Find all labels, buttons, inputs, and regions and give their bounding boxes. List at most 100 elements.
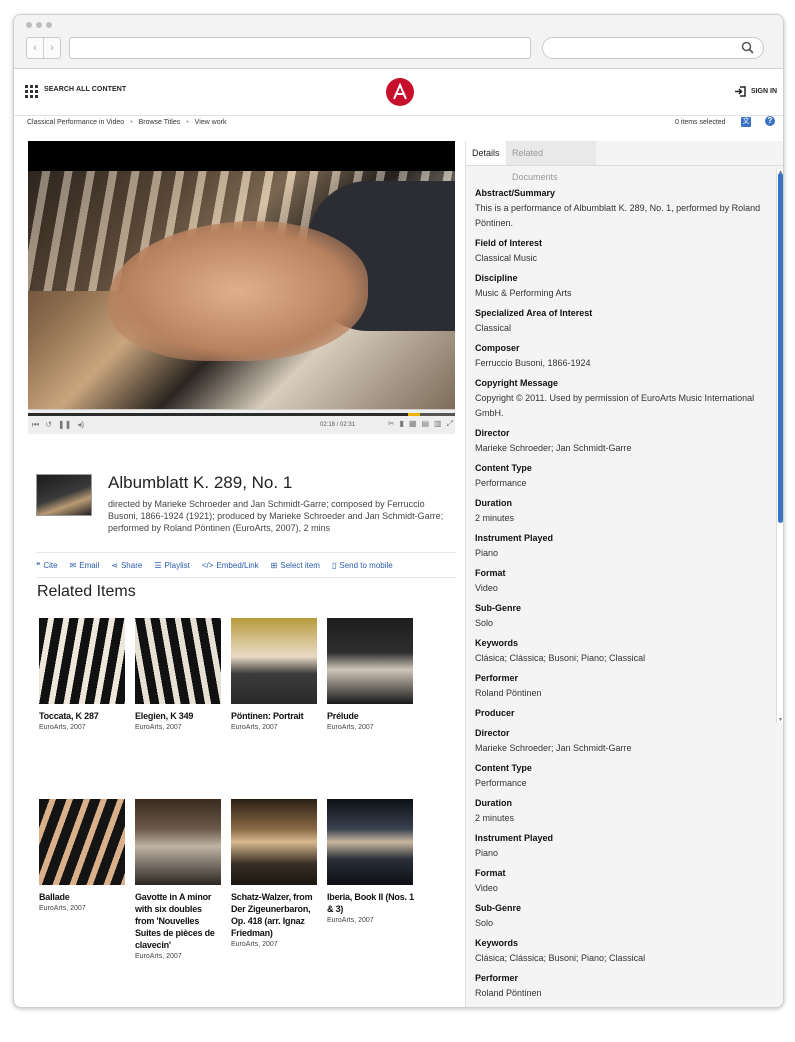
window-dot[interactable] [26,22,32,28]
grid-menu-icon[interactable] [25,85,38,98]
related-item-card[interactable]: Iberia, Book II (Nos. 1 & 3) EuroArts, 2… [327,799,415,924]
progress-buffer [408,413,420,416]
related-item-title[interactable]: Iberia, Book II (Nos. 1 & 3) [327,891,415,915]
related-item-thumbnail[interactable] [39,799,125,885]
related-item-thumbnail[interactable] [327,618,413,704]
related-item-title[interactable]: Gavotte in A minor with six doubles from… [135,891,223,951]
related-item-title[interactable]: Elegien, K 349 [135,710,223,722]
email-button[interactable]: ✉ Email [70,561,100,570]
detail-label: Producer [475,708,515,718]
back-icon[interactable]: ‹ [27,38,43,58]
embed-link-button[interactable]: </> Embed/Link [202,561,259,570]
related-item-card[interactable]: Pöntinen: Portrait EuroArts, 2007 [231,618,319,731]
related-item-thumbnail[interactable] [135,618,221,704]
related-item-source: EuroArts, 2007 [231,941,278,948]
browser-window: ‹ › SEARCH ALL CONTENT SIGN IN Classical… [13,14,784,1008]
detail-value: Copyright © 2011. Used by permission of … [475,393,755,418]
cite-button[interactable]: ❝ Cite [36,561,58,570]
search-all-content-link[interactable]: SEARCH ALL CONTENT [44,86,126,93]
work-credits: directed by Marieke Schroeder and Jan Sc… [108,499,444,533]
detail-value: Video [475,883,498,893]
related-item-thumbnail[interactable] [135,799,221,885]
related-item-thumbnail[interactable] [39,618,125,704]
scrollbar-thumb[interactable] [778,173,783,523]
related-item-title[interactable]: Prélude [327,710,415,722]
translate-icon[interactable]: 文 [741,117,751,127]
window-dot[interactable] [46,22,52,28]
related-items-heading: Related Items [37,583,136,600]
related-item-title[interactable]: Schatz-Walzer, from Der Zigeunerbaron, O… [231,891,319,939]
video-frame [28,171,455,409]
detail-field: Director Marieke Schroeder; Jan Schmidt-G… [475,426,775,456]
captions-icon[interactable]: ▥ [434,419,442,429]
related-item-thumbnail[interactable] [231,799,317,885]
search-icon[interactable] [741,41,754,54]
select-item-label: Select item [280,560,320,570]
video-player[interactable] [28,141,455,409]
scroll-down-icon[interactable]: ▼ [777,717,783,723]
related-item-title[interactable]: Ballade [39,891,127,903]
detail-label: Director [475,428,510,438]
detail-field: Keywords Clásica; Clássica; Busoni; Piano… [475,936,775,966]
detail-value: Roland Pöntinen [475,988,542,998]
related-item-thumbnail[interactable] [327,799,413,885]
detail-label: Producer [475,1006,775,1007]
select-item-button[interactable]: ⊞ Select item [271,561,320,570]
fullscreen-icon[interactable]: ⤢ [447,419,453,429]
detail-label: Content Type [475,463,532,473]
tab-details[interactable]: Details [466,141,507,165]
window-dot[interactable] [36,22,42,28]
detail-value: Solo [475,918,494,928]
playlist-button[interactable]: ☰ Playlist [154,561,190,570]
url-bar[interactable] [69,37,531,59]
related-item-title[interactable]: Toccata, K 287 [39,710,127,722]
transcript-icon[interactable]: ▤ [421,419,429,429]
detail-label: Instrument Played [475,533,554,543]
rewind-icon[interactable]: ⏮ [32,420,39,430]
detail-field: Composer Ferruccio Busoni, 1866-1924 [475,341,775,371]
forward-icon[interactable]: › [43,38,60,58]
volume-icon[interactable]: ◂) [77,420,84,430]
details-scrollbar[interactable]: ▲ ▼ [776,169,783,723]
detail-value: 2 minutes [475,813,515,823]
send-to-mobile-button[interactable]: ▯ Send to mobile [332,561,393,570]
breadcrumb-item: View work [194,119,227,126]
related-item-source: EuroArts, 2007 [135,724,182,731]
bookmark-icon[interactable]: ▮ [400,419,404,429]
pause-icon[interactable]: ❚❚ [58,420,71,430]
detail-value: Performance [475,778,527,788]
detail-label: Keywords [475,938,519,948]
grid-icon[interactable]: ▦ [409,419,417,429]
breadcrumb-item[interactable]: Browse Titles [139,119,181,126]
replay-icon[interactable]: ↺ [45,420,52,430]
share-button[interactable]: ⋖ Share [111,561,142,570]
nav-buttons: ‹ › [26,37,61,59]
details-panel: Details Related Documents Abstract/Summa… [465,141,783,1007]
related-item-thumbnail[interactable] [231,618,317,704]
related-item-card[interactable]: Toccata, K 287 EuroArts, 2007 [39,618,127,731]
clip-icon[interactable]: ✂ [388,419,395,429]
related-item-card[interactable]: Prélude EuroArts, 2007 [327,618,415,731]
help-icon[interactable]: ? [765,116,775,126]
related-item-card[interactable]: Gavotte in A minor with six doubles from… [135,799,223,960]
related-item-title[interactable]: Pöntinen: Portrait [231,710,319,722]
breadcrumb-item[interactable]: Classical Performance in Video [27,119,124,126]
detail-label: Director [475,728,510,738]
related-item-card[interactable]: Elegien, K 349 EuroArts, 2007 [135,618,223,731]
sign-in-button[interactable]: SIGN IN [734,86,777,97]
browser-search-field[interactable] [542,37,764,59]
items-selected-count[interactable]: 0 items selected [675,119,726,126]
detail-label: Keywords [475,638,519,648]
video-controls: ⏮ ↺ ❚❚ ◂) 02:18 / 02:31 ✂ ▮ ▦ ▤ ▥ ⤢ [28,409,455,434]
playlist-icon: ☰ [154,560,162,570]
tab-related-documents[interactable]: Related Documents [506,141,596,182]
related-item-card[interactable]: Ballade EuroArts, 2007 [39,799,127,912]
detail-field: Specialized Area of Interest Classical [475,306,775,336]
detail-label: Performer [475,673,519,683]
video-progress-bar[interactable] [28,413,455,416]
detail-field: Performer Roland Pöntinen [475,971,775,1001]
related-item-source: EuroArts, 2007 [327,917,374,924]
share-label: Share [120,560,143,570]
related-item-card[interactable]: Schatz-Walzer, from Der Zigeunerbaron, O… [231,799,319,948]
site-logo[interactable] [386,78,414,106]
